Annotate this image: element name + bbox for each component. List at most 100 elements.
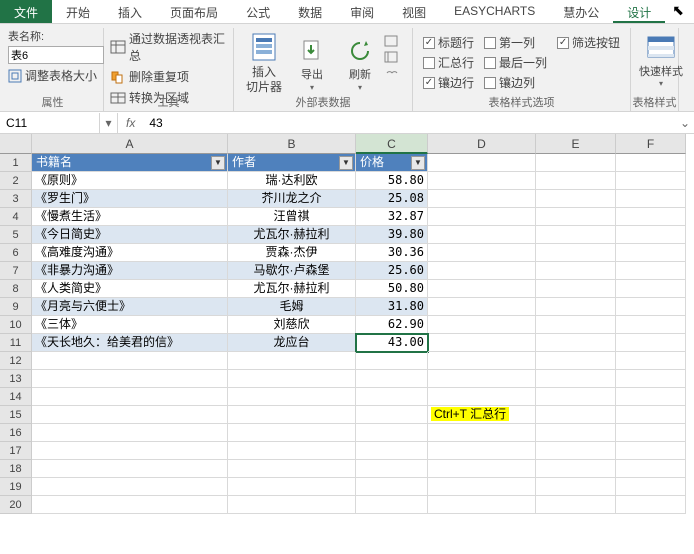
- formula-input[interactable]: [143, 113, 676, 133]
- tab-8[interactable]: 慧办公: [549, 0, 613, 23]
- row-header[interactable]: 1: [0, 154, 32, 172]
- cell[interactable]: [428, 262, 536, 280]
- insert-slicer-button[interactable]: 插入切片器: [240, 28, 288, 95]
- cell[interactable]: 《罗生门》: [32, 190, 228, 208]
- cell[interactable]: [228, 496, 356, 514]
- pivot-summary-button[interactable]: 通过数据透视表汇总: [110, 30, 227, 64]
- export-button[interactable]: 导出▾: [288, 28, 336, 95]
- cell[interactable]: [428, 496, 536, 514]
- cell[interactable]: 《原则》: [32, 172, 228, 190]
- tab-3[interactable]: 公式: [232, 0, 284, 23]
- cell[interactable]: 43.00: [356, 334, 428, 352]
- cell[interactable]: [228, 424, 356, 442]
- cell[interactable]: [32, 406, 228, 424]
- cell[interactable]: [228, 460, 356, 478]
- row-header[interactable]: 16: [0, 424, 32, 442]
- cell[interactable]: [32, 370, 228, 388]
- quick-styles-button[interactable]: 快速样式▾: [637, 28, 685, 88]
- cell[interactable]: 尤瓦尔·赫拉利: [228, 226, 356, 244]
- row-header[interactable]: 8: [0, 280, 32, 298]
- cell[interactable]: [536, 172, 616, 190]
- cell[interactable]: [536, 442, 616, 460]
- cell[interactable]: [536, 226, 616, 244]
- cell[interactable]: [536, 262, 616, 280]
- cell[interactable]: [616, 154, 686, 172]
- cell[interactable]: [228, 478, 356, 496]
- tab-file[interactable]: 文件: [0, 0, 52, 23]
- cell[interactable]: 《人类简史》: [32, 280, 228, 298]
- cell[interactable]: [428, 424, 536, 442]
- cell[interactable]: [356, 424, 428, 442]
- cell[interactable]: 芥川龙之介: [228, 190, 356, 208]
- cell[interactable]: [616, 388, 686, 406]
- cell[interactable]: 《今日简史》: [32, 226, 228, 244]
- ext-small-1[interactable]: [384, 34, 406, 50]
- cell[interactable]: [616, 352, 686, 370]
- cell[interactable]: [428, 280, 536, 298]
- row-header[interactable]: 5: [0, 226, 32, 244]
- cell[interactable]: [616, 334, 686, 352]
- checkbox-header[interactable]: ✓标题行: [423, 34, 474, 51]
- row-header[interactable]: 3: [0, 190, 32, 208]
- cell[interactable]: [536, 496, 616, 514]
- cell[interactable]: 《慢煮生活》: [32, 208, 228, 226]
- cell[interactable]: [616, 406, 686, 424]
- name-box[interactable]: [0, 113, 100, 133]
- cell[interactable]: [616, 244, 686, 262]
- tab-5[interactable]: 审阅: [336, 0, 388, 23]
- row-header[interactable]: 17: [0, 442, 32, 460]
- cell[interactable]: [616, 496, 686, 514]
- resize-table-button[interactable]: 调整表格大小: [8, 67, 97, 84]
- cell[interactable]: 39.80: [356, 226, 428, 244]
- filter-dropdown-icon[interactable]: ▼: [411, 156, 425, 170]
- row-header[interactable]: 13: [0, 370, 32, 388]
- row-header[interactable]: 6: [0, 244, 32, 262]
- filter-dropdown-icon[interactable]: ▼: [339, 156, 353, 170]
- cell[interactable]: [536, 154, 616, 172]
- cell[interactable]: [356, 370, 428, 388]
- cell[interactable]: 50.80: [356, 280, 428, 298]
- row-header[interactable]: 12: [0, 352, 32, 370]
- cell[interactable]: 瑞·达利欧: [228, 172, 356, 190]
- checkbox-first[interactable]: 第一列: [484, 34, 547, 51]
- cell[interactable]: 尤瓦尔·赫拉利: [228, 280, 356, 298]
- cell[interactable]: [428, 316, 536, 334]
- row-header[interactable]: 2: [0, 172, 32, 190]
- cell[interactable]: [32, 478, 228, 496]
- cell[interactable]: [536, 244, 616, 262]
- fx-icon[interactable]: fx: [126, 116, 135, 130]
- cell[interactable]: [536, 352, 616, 370]
- cell[interactable]: [428, 298, 536, 316]
- cell[interactable]: 《月亮与六便士》: [32, 298, 228, 316]
- cell[interactable]: 贾森·杰伊: [228, 244, 356, 262]
- cell[interactable]: [32, 424, 228, 442]
- col-header-C[interactable]: C: [356, 134, 428, 154]
- cell[interactable]: [356, 496, 428, 514]
- col-header-D[interactable]: D: [428, 134, 536, 154]
- cell[interactable]: [356, 388, 428, 406]
- cell[interactable]: [428, 226, 536, 244]
- checkbox-last[interactable]: 最后一列: [484, 54, 547, 71]
- cell[interactable]: [536, 388, 616, 406]
- cell[interactable]: [616, 262, 686, 280]
- cell[interactable]: 作者▼: [228, 154, 356, 172]
- cell[interactable]: 《三体》: [32, 316, 228, 334]
- cell[interactable]: [428, 244, 536, 262]
- filter-dropdown-icon[interactable]: ▼: [211, 156, 225, 170]
- row-header[interactable]: 10: [0, 316, 32, 334]
- cell[interactable]: [536, 316, 616, 334]
- cell[interactable]: [228, 442, 356, 460]
- cell[interactable]: [616, 190, 686, 208]
- cell[interactable]: [616, 226, 686, 244]
- col-header-A[interactable]: A: [32, 134, 228, 154]
- cell[interactable]: 汪曾祺: [228, 208, 356, 226]
- checkbox-banded_c[interactable]: 镶边列: [484, 74, 547, 91]
- cell[interactable]: [616, 442, 686, 460]
- cell[interactable]: 马歇尔·卢森堡: [228, 262, 356, 280]
- cell[interactable]: [428, 352, 536, 370]
- tab-1[interactable]: 插入: [104, 0, 156, 23]
- unlink-button[interactable]: [384, 66, 406, 82]
- table-name-input[interactable]: [8, 46, 104, 64]
- cell[interactable]: [536, 208, 616, 226]
- cell[interactable]: 32.87: [356, 208, 428, 226]
